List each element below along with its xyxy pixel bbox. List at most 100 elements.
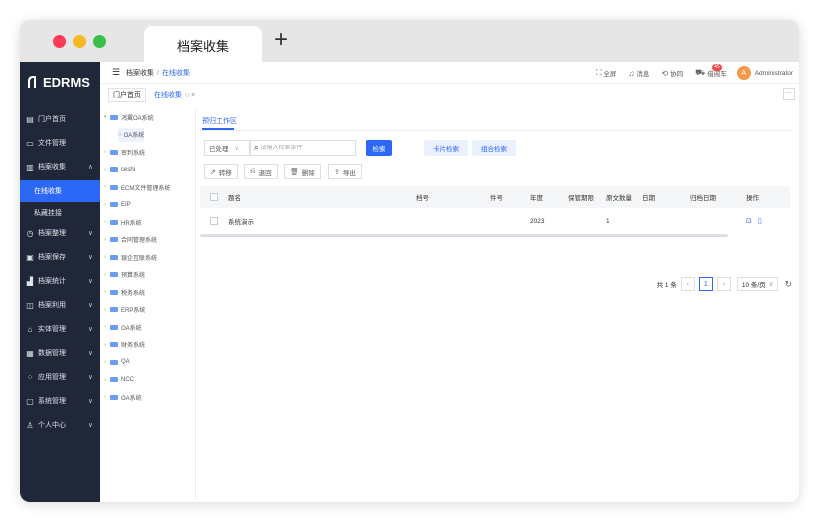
move-button[interactable]: ⇗ 转移 [204,164,238,179]
horizontal-scrollbar[interactable] [200,234,728,237]
leaf-node-icon: ○ [118,131,122,138]
view-icon[interactable]: ⊡ [746,217,752,225]
column-header[interactable]: 年度 [530,186,543,208]
prev-page-button[interactable]: ‹ [680,277,695,291]
top-header: ☰ 档案收集 / 在线收集 ⛶ 全屏 ♫ 消息 ⟲ 协同 ⛟ 借阅车 45 A Administra… [100,62,799,84]
column-header[interactable]: 保管期限 [568,186,594,208]
tree-node[interactable]: › EIP [104,198,131,212]
search-input[interactable] [260,145,351,151]
header-tool-cooperate[interactable]: ⟲ 协同 [661,68,684,79]
status-filter-select[interactable]: 已处理 ∨ [204,140,250,156]
section-title[interactable]: 预归工作区 [202,116,237,126]
table-row[interactable]: 系统演示 2023 1 ⊡ ▯ [200,210,790,232]
header-tools: ⛶ 全屏 ♫ 消息 ⟲ 协同 ⛟ 借阅车 45 A Administrator [584,64,793,80]
column-header[interactable]: 原文数量 [606,186,632,208]
app-logo[interactable]: EDRMS [26,70,90,94]
search-field[interactable]: ⌕ [250,140,356,156]
sidebar-item-user[interactable]: ♙ 个人中心 ∨ [20,414,100,436]
header-tool-label: 协同 [670,71,684,78]
user-icon: ♙ [26,420,34,430]
menu-toggle-icon[interactable]: ☰ [112,67,120,78]
tree-node[interactable]: › HR系统 [104,215,142,229]
sidebar-item-label: 系统管理 [38,398,66,405]
table-cell: 1 [606,217,610,225]
tree-node[interactable]: › ECM文件管理系统 [104,180,170,194]
new-tab-button[interactable]: + [274,28,288,52]
column-header[interactable]: 日期 [642,186,655,208]
page-number-button[interactable]: 1 [698,277,713,291]
more-tabs-button[interactable]: ··· [783,88,795,100]
organize-icon: ◷ [26,228,34,238]
tree-node[interactable]: › 税务系统 [104,285,145,299]
sidebar-item-use[interactable]: ◫ 档案利用 ∨ [20,294,100,316]
tree-node[interactable]: › 审判系统 [104,145,145,159]
tree-node[interactable]: › QA [104,355,130,369]
refresh-icon[interactable]: ↻ [784,279,792,290]
row-checkbox[interactable] [210,217,218,225]
maximize-window-button[interactable] [93,35,106,48]
tree-node[interactable]: › ERP系统 [104,303,145,317]
trash-button[interactable]: 🗑 删除 [284,164,321,179]
sidebar-item-organize[interactable]: ◷ 档案整理 ∨ [20,222,100,244]
header-tool-fullscreen[interactable]: ⛶ 全屏 [596,68,617,78]
tree-node[interactable]: › 合同管理系统 [104,233,157,247]
tree-node-label: 预算系统 [121,273,146,279]
statistics-icon: ▟ [26,276,34,286]
return-button[interactable]: ⎌ 退回 [244,164,278,179]
sidebar-item-entity[interactable]: ⌂ 实体管理 ∨ [20,318,100,340]
tab-online-collect[interactable]: 在线收集 ○ × [150,88,199,102]
tab-close-icon[interactable]: ○ × [185,92,195,99]
tree-node[interactable]: › ceshi [104,163,135,177]
app-icon: ⁘ [26,372,34,382]
sidebar-subitem[interactable]: 私藏挂接 [20,202,100,224]
move-icon: ⇗ [210,168,216,176]
sidebar-item-collect[interactable]: ▥ 档案收集 ∧ [20,156,100,178]
header-tool-bell[interactable]: ♫ 消息 [628,68,649,79]
sidebar-item-data[interactable]: ▦ 数据管理 ∨ [20,342,100,364]
browser-tab[interactable]: 档案收集 [144,26,262,62]
sidebar-item-label: 个人中心 [38,422,66,429]
sidebar-item-app[interactable]: ⁘ 应用管理 ∨ [20,366,100,388]
tree-node[interactable]: › OA系统 [104,390,142,404]
tree-node[interactable]: ○ OA系统 [118,127,145,142]
close-window-button[interactable] [53,35,66,48]
sidebar-item-file[interactable]: ▭ 文件管理 [20,132,100,154]
breadcrumb-item[interactable]: 档案收集 [126,70,154,77]
tree-node[interactable]: › NCC [104,373,134,387]
column-header[interactable]: 件号 [490,186,503,208]
tree-node[interactable]: › 预算系统 [104,268,145,282]
tree-node[interactable]: ▾ 鸿翼OA系统 [104,110,154,124]
sidebar-item-label: 应用管理 [38,374,66,381]
tab-home[interactable]: 门户首页 [108,88,146,102]
username[interactable]: Administrator [755,70,793,77]
search-button[interactable]: 检索 [366,140,392,156]
sidebar-item-home[interactable]: ▤ 门户首页 [20,108,100,130]
page-size-select[interactable]: 10 条/页 ∨ [736,277,779,291]
sidebar-item-storage[interactable]: ▣ 档案保存 ∨ [20,246,100,268]
next-page-button[interactable]: › [716,277,731,291]
sidebar-subitem[interactable]: 在线收集 [20,180,100,202]
chevron-down-icon: ∨ [87,278,93,285]
tree-node-label: 审判系统 [121,150,146,157]
tab-online-collect-label: 在线收集 [154,92,182,99]
tree-node[interactable]: › 银企互联系统 [104,250,157,264]
combo-search-button[interactable]: 组合检索 [472,140,516,156]
avatar[interactable]: A [736,66,751,80]
minimize-window-button[interactable] [73,35,86,48]
folder-icon [110,167,118,172]
sidebar-item-label: 门户首页 [38,116,66,123]
notification-badge: 45 [712,64,722,71]
tree-node[interactable]: › 财务系统 [104,338,145,352]
column-header[interactable]: 归档日期 [690,186,716,208]
header-tool-cart[interactable]: ⛟ 借阅车 45 [695,64,727,78]
document-icon[interactable]: ▯ [758,217,762,225]
sidebar-item-system[interactable]: ▢ 系统管理 ∨ [20,390,100,412]
export-button[interactable]: ⇪ 导出 [328,164,362,179]
card-search-button[interactable]: 卡片检索 [424,140,468,156]
tree-node[interactable]: › OA系统 [104,320,142,334]
select-all-checkbox[interactable] [210,193,218,201]
column-header[interactable]: 档号 [416,186,429,208]
sidebar-item-statistics[interactable]: ▟ 档案统计 ∨ [20,270,100,292]
browser-titlebar: 档案收集 + [20,20,799,62]
column-header[interactable]: 题名 [228,186,241,208]
